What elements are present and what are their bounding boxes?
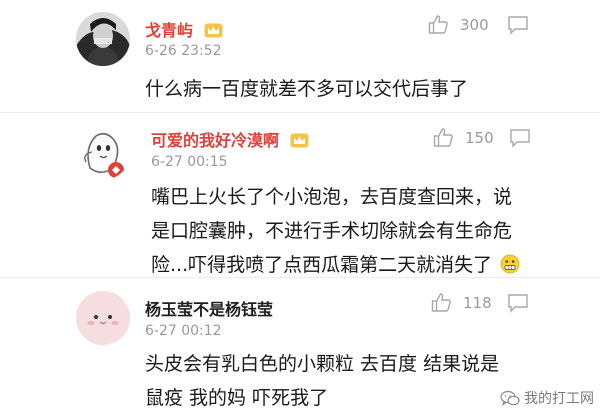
- like-button[interactable]: 150: [433, 127, 494, 148]
- like-count: 150: [465, 128, 494, 147]
- watermark-text: 我的打工网: [524, 391, 594, 407]
- username[interactable]: 杨玉莹不是杨钰莹: [145, 296, 273, 320]
- thumbs-up-icon: [433, 128, 453, 147]
- reply-icon[interactable]: [509, 128, 531, 148]
- content-line: 鼠疫 我的妈 吓死我了: [145, 387, 329, 409]
- crown-badge-icon: [204, 23, 223, 38]
- avatar[interactable]: [76, 12, 130, 66]
- comment-time: 6-27 00:12: [145, 323, 222, 339]
- comment-time: 6-26 23:52: [145, 43, 222, 59]
- reply-icon[interactable]: [507, 15, 529, 35]
- like-count: 300: [460, 15, 489, 34]
- comment-item: 可爱的我好冷漠啊 6-27 00:15 150 嘴巴上火长了个小泡泡，去百度查回…: [0, 113, 600, 277]
- username-text[interactable]: 戈青屿: [145, 21, 193, 40]
- comment-time: 6-27 00:15: [151, 154, 228, 170]
- thumbs-up-icon: [428, 15, 448, 34]
- avatar[interactable]: [76, 291, 130, 345]
- like-count: 118: [463, 293, 492, 312]
- username-text[interactable]: 可爱的我好冷漠啊: [151, 131, 279, 150]
- like-button[interactable]: 300: [428, 14, 489, 35]
- username-text[interactable]: 杨玉莹不是杨钰莹: [145, 300, 273, 319]
- username[interactable]: 可爱的我好冷漠啊: [151, 127, 309, 151]
- comment-content: 头皮会有乳白色的小颗粒 去百度 结果说是 鼠疫 我的妈 吓死我了: [145, 347, 499, 412]
- thumbs-up-icon: [431, 293, 451, 312]
- content-line: 头皮会有乳白色的小颗粒 去百度 结果说是: [145, 353, 500, 375]
- crown-badge-icon: [290, 133, 309, 148]
- like-button[interactable]: 118: [431, 292, 492, 313]
- avatar[interactable]: [76, 126, 130, 180]
- comment-content: 什么病一百度就差不多可以交代后事了: [145, 72, 468, 106]
- content-line: 嘴巴上火长了个小泡泡，去百度查回来，说: [151, 186, 513, 208]
- content-line-text: 险...吓得我喷了点西瓜霜第二天就消失了: [151, 254, 493, 276]
- grimace-emoji-icon: [500, 254, 520, 274]
- content-line: 是口腔囊肿，不进行手术切除就会有生命危: [151, 220, 513, 242]
- comment-item: 戈青屿 6-26 23:52 300 什么病一百度就差不多可以交代后事了: [0, 0, 600, 112]
- username[interactable]: 戈青屿: [145, 17, 223, 41]
- content-line: 什么病一百度就差不多可以交代后事了: [145, 78, 469, 100]
- reply-icon[interactable]: [507, 293, 529, 313]
- comment-content: 嘴巴上火长了个小泡泡，去百度查回来，说 是口腔囊肿，不进行手术切除就会有生命危 …: [151, 180, 520, 282]
- watermark: 我的打工网: [500, 388, 594, 408]
- wechat-icon: [500, 390, 520, 406]
